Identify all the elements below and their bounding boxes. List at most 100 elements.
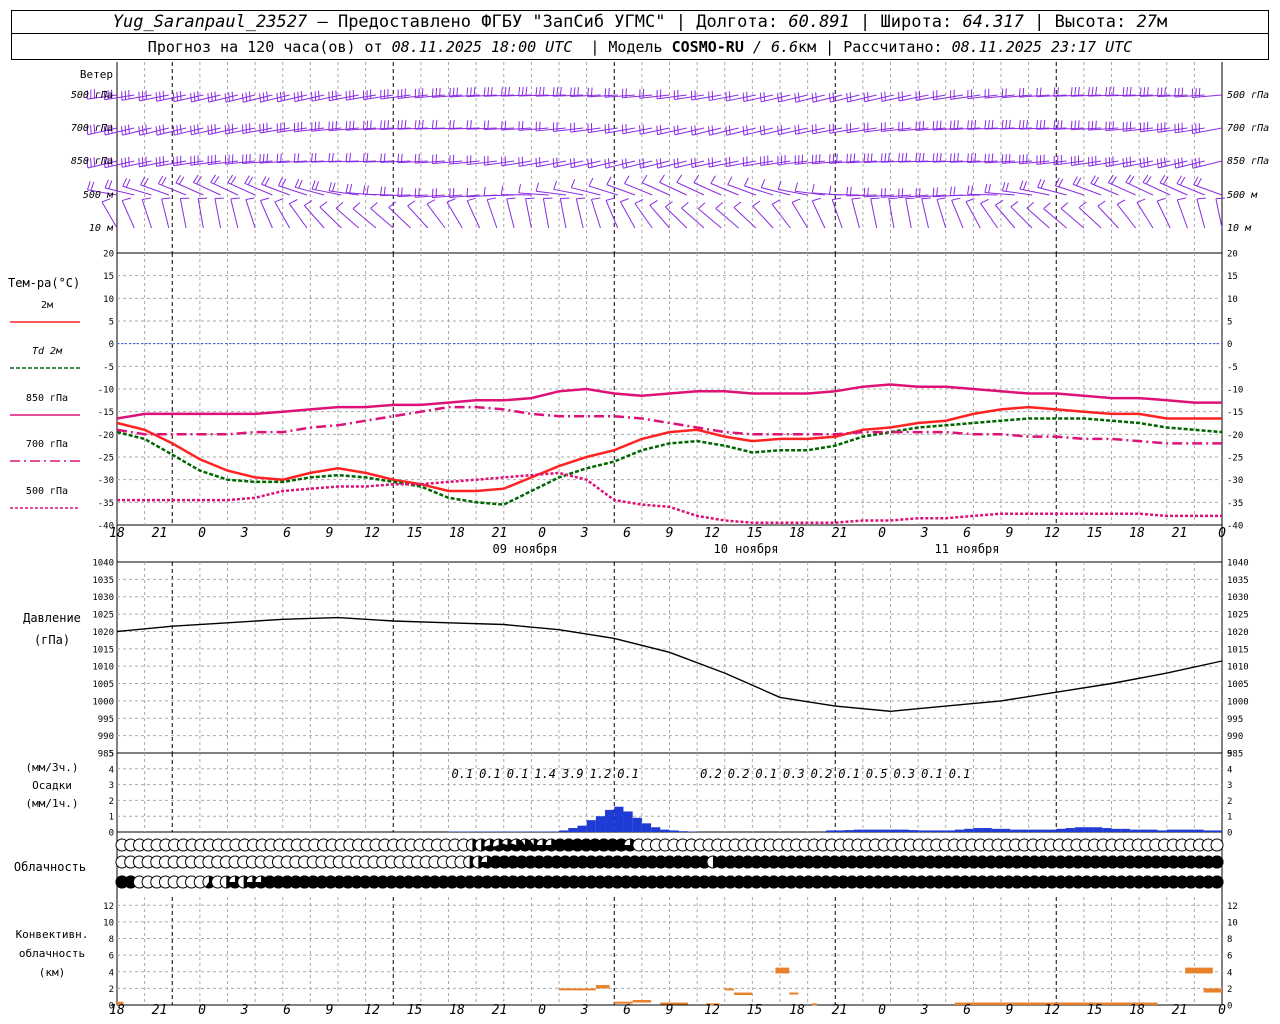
temperature-tick-left: -20 <box>98 431 114 441</box>
wind-barb-staff <box>571 160 601 169</box>
wind-barb-feather <box>604 159 607 169</box>
hour-label: 0 <box>198 526 206 541</box>
hour-label: 6 <box>283 526 291 541</box>
wind-barb-staff <box>812 94 843 103</box>
pressure-tick-left: 1000 <box>92 697 114 707</box>
hour-label: 21 <box>1172 526 1188 541</box>
wind-barb-staff <box>905 198 912 229</box>
precipitation-bar <box>872 829 882 832</box>
wind-barb-feather <box>1070 87 1073 97</box>
wind-barb-feather <box>967 120 969 130</box>
temperature-tick-right: -30 <box>1227 476 1243 486</box>
temperature-tick-right: -5 <box>1227 363 1238 373</box>
wind-barb-feather <box>733 201 742 208</box>
precipitation-amount-label: 1.2 <box>590 767 612 781</box>
wind-barb-feather <box>901 152 904 163</box>
wind-barb-feather <box>552 158 555 168</box>
hour-label-bottom: 18 <box>449 1003 465 1018</box>
wind-barb-staff <box>329 94 359 102</box>
wind-barb-feather <box>659 174 665 183</box>
wind-barb-feather <box>607 158 610 168</box>
hour-label-bottom: 0 <box>878 1003 886 1018</box>
precipitation-bar <box>954 829 965 832</box>
hour-label: 9 <box>666 526 674 541</box>
wind-barb-staff <box>950 194 981 197</box>
wind-barb-feather <box>469 120 472 130</box>
wind-barb-feather <box>383 186 386 196</box>
wind-barb-feather <box>259 93 262 103</box>
wind-barb-feather <box>710 175 716 184</box>
wind-barb-feather <box>991 153 994 163</box>
wind-title: Ветер <box>80 68 113 81</box>
wind-barb-staff <box>122 127 152 136</box>
wind-barb-staff <box>726 127 756 136</box>
wind-barb-feather <box>283 91 286 101</box>
wind-barb-feather <box>161 177 167 186</box>
wind-barb-feather <box>172 92 175 102</box>
wind-barb-feather <box>1093 176 1100 186</box>
wind-level-right: 700 гПа <box>1227 123 1269 134</box>
wind-barb-feather <box>1146 87 1149 97</box>
wind-barb-staff <box>640 160 670 169</box>
precipitation-bar <box>1047 829 1057 832</box>
wind-barb-staff <box>156 160 187 167</box>
wind-barb-feather <box>1136 198 1146 204</box>
wind-barb-feather <box>210 92 213 102</box>
wind-barb-staff <box>795 127 825 135</box>
wind-barb-feather <box>832 92 835 102</box>
wind-barb-feather <box>193 92 196 102</box>
wind-barb-feather <box>487 87 490 97</box>
wind-barb-staff <box>1196 198 1206 229</box>
wind-barb-staff <box>864 127 895 133</box>
wind-barb-feather <box>812 197 821 202</box>
temperature-tick-right: 5 <box>1227 318 1232 328</box>
hour-label: 12 <box>364 526 380 541</box>
wind-barb-feather <box>970 120 973 130</box>
wind-barb-feather <box>1036 120 1039 130</box>
precipitation-bar <box>964 828 974 832</box>
wind-barb-feather <box>932 153 935 163</box>
wind-barb-feather <box>995 199 1004 206</box>
wind-barb-feather <box>984 120 987 130</box>
wind-barb-feather <box>828 185 832 195</box>
pressure-tick-right: 1005 <box>1227 680 1249 690</box>
wind-barb-feather <box>260 197 270 201</box>
precipitation-unit-1h: (мм/1ч.) <box>26 797 79 810</box>
temperature-tick-left: 20 <box>103 250 114 260</box>
wind-barb-feather <box>449 188 451 198</box>
wind-barb-staff <box>156 127 187 136</box>
wind-barb-feather <box>606 176 612 185</box>
temperature-tick-left: -5 <box>103 363 114 373</box>
wind-barb-feather <box>1139 158 1142 168</box>
wind-barb-feather <box>1126 157 1128 167</box>
wind-barb-feather <box>335 202 344 209</box>
precipitation-bar <box>945 830 955 832</box>
wind-barb-feather <box>418 188 420 198</box>
convective-segment <box>775 967 790 974</box>
wind-barb-feather <box>763 125 766 135</box>
wind-barb-staff <box>778 127 808 136</box>
wind-barb-staff <box>916 94 946 101</box>
wind-barb-feather <box>559 86 562 96</box>
wind-barb-feather <box>162 90 165 100</box>
wind-barb-feather <box>414 120 417 130</box>
wind-barb-feather <box>231 91 234 101</box>
wind-barb-feather <box>708 158 710 168</box>
wind-barb-staff <box>1116 204 1137 229</box>
temperature-tick-right: -40 <box>1227 522 1243 532</box>
wind-barb-feather <box>870 197 880 200</box>
wind-barb-staff <box>864 94 895 103</box>
wind-barb-staff <box>676 181 705 196</box>
wind-barb-feather <box>1196 177 1202 187</box>
hour-label-bottom: 21 <box>152 1003 168 1018</box>
precipitation-tick-right: 1 <box>1227 813 1232 823</box>
wind-barb-feather <box>231 123 234 133</box>
wind-barb-staff <box>259 200 273 229</box>
wind-barb-feather <box>319 201 328 208</box>
wind-barb-feather <box>794 125 797 135</box>
wind-barb-staff <box>1215 198 1223 229</box>
wind-barb-feather <box>141 125 144 135</box>
wind-barb-feather <box>863 153 866 163</box>
precipitation-tick-left: 4 <box>109 765 114 775</box>
temperature-tick-left: 10 <box>103 295 114 305</box>
